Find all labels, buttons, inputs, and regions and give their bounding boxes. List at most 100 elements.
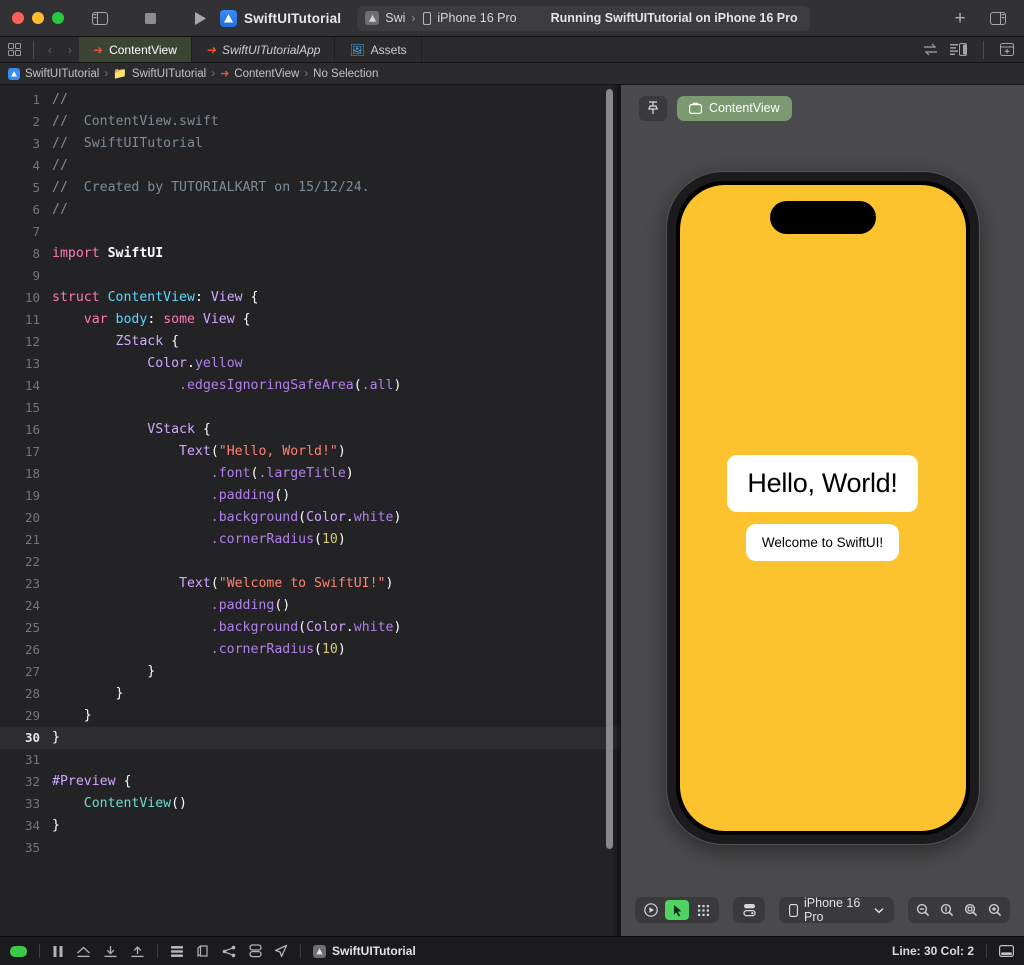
code-line[interactable]: 26 .cornerRadius(10) [0,639,620,661]
toggle-navigator-icon[interactable] [86,6,114,30]
code-line[interactable]: 25 .background(Color.white) [0,617,620,639]
code-line[interactable]: 34} [0,815,620,837]
preview-label: ContentView [709,101,780,115]
code-line[interactable]: 30} [0,727,620,749]
toggle-inspector-icon[interactable] [984,6,1012,30]
console-toggle-icon[interactable] [999,945,1014,957]
code-line[interactable]: 35 [0,837,620,859]
code-line[interactable]: 29 } [0,705,620,727]
code-line[interactable]: 28 } [0,683,620,705]
go-back-icon[interactable]: ‹ [41,43,59,57]
device-settings-icon[interactable] [737,900,761,920]
scheme-destination-bar[interactable]: Swi › iPhone 16 Pro Running SwiftUITutor… [357,6,809,31]
pause-icon[interactable] [52,945,64,958]
paper-plane-icon[interactable] [274,944,288,958]
code-line[interactable]: 32#Preview { [0,771,620,793]
pin-preview-button[interactable] [639,96,667,121]
code-line[interactable]: 19 .padding() [0,485,620,507]
code-token: // Created by TUTORIALKART on 15/12/24. [52,180,370,195]
code-token [52,378,179,393]
code-line[interactable]: 22 [0,551,620,573]
code-line[interactable]: 1// [0,89,620,111]
code-line[interactable]: 33 ContentView() [0,793,620,815]
code-line[interactable]: 15 [0,397,620,419]
step-into-icon[interactable] [103,945,118,958]
live-preview-button[interactable] [639,900,663,920]
code-line[interactable]: 31 [0,749,620,771]
preview-name-pill[interactable]: ContentView [677,96,792,121]
code-line[interactable]: 20 .background(Color.white) [0,507,620,529]
tab-overview-icon[interactable] [8,43,26,56]
zoom-100-button[interactable] [960,900,982,920]
editor-options-icon[interactable] [950,43,967,56]
tab-bar-nav-controls: ‹ › [0,37,79,62]
code-lines[interactable]: 1//2// ContentView.swift3// SwiftUITutor… [0,85,620,859]
code-line[interactable]: 21 .cornerRadius(10) [0,529,620,551]
code-token: ) [338,532,346,547]
device-picker[interactable]: iPhone 16 Pro [779,897,894,923]
code-token: VStack [147,422,195,437]
stack-icon[interactable] [170,945,184,958]
active-scheme-project[interactable]: SwiftUITutorial [220,10,341,27]
zoom-to-fit-button[interactable] [936,900,958,920]
code-line[interactable]: 24 .padding() [0,595,620,617]
code-line[interactable]: 5// Created by TUTORIALKART on 15/12/24. [0,177,620,199]
breadcrumb-item-file[interactable]: ➜ ContentView [220,67,299,80]
line-number: 22 [0,551,52,573]
variants-button[interactable] [691,900,715,920]
selectable-preview-button[interactable] [665,900,689,920]
line-number: 35 [0,837,52,859]
add-editor-icon[interactable] [1000,43,1014,56]
zoom-button[interactable] [52,12,64,24]
run-button[interactable] [186,6,214,30]
step-over-icon[interactable] [76,945,91,958]
code-line[interactable]: 11 var body: some View { [0,309,620,331]
code-line[interactable]: 9 [0,265,620,287]
code-line[interactable]: 7 [0,221,620,243]
minimize-button[interactable] [32,12,44,24]
code-line[interactable]: 27 } [0,661,620,683]
breadcrumb-item-project[interactable]: SwiftUITutorial [8,68,99,80]
divider [39,944,40,958]
code-line[interactable]: 16 VStack { [0,419,620,441]
status-bar: SwiftUITutorial Line: 30 Col: 2 [0,936,1024,965]
stop-button[interactable] [136,6,164,30]
code-line[interactable]: 8import SwiftUI [0,243,620,265]
share-nodes-icon[interactable] [222,945,237,958]
database-icon[interactable] [249,944,262,958]
code-line[interactable]: 6// [0,199,620,221]
zoom-in-button[interactable] [984,900,1006,920]
code-line[interactable]: 4// [0,155,620,177]
code-token [52,620,211,635]
breadcrumb-item-folder[interactable]: 📁 SwiftUITutorial [113,67,206,80]
code-token: 10 [322,642,338,657]
cube-icon[interactable] [196,944,210,958]
breadcrumb-item-selection[interactable]: No Selection [313,68,378,80]
adjust-editor-arrows-icon[interactable] [923,43,938,56]
tab-bar-right-controls [923,37,1024,62]
go-forward-icon[interactable]: › [61,43,79,57]
tab-label: ContentView [109,43,177,57]
code-line[interactable]: 3// SwiftUITutorial [0,133,620,155]
code-line[interactable]: 13 Color.yellow [0,353,620,375]
tab-contentview[interactable]: ➜ ContentView [79,37,192,62]
tab-assets[interactable]: 🖼 Assets [335,37,421,62]
zoom-out-button[interactable] [912,900,934,920]
code-line[interactable]: 17 Text("Hello, World!") [0,441,620,463]
code-token: { [243,290,259,305]
code-editor[interactable]: 1//2// ContentView.swift3// SwiftUITutor… [0,85,620,936]
tab-swiftuitutorialapp[interactable]: ➜ SwiftUITutorialApp [192,37,336,62]
code-line[interactable]: 10struct ContentView: View { [0,287,620,309]
close-button[interactable] [12,12,24,24]
code-line[interactable]: 12 ZStack { [0,331,620,353]
code-line[interactable]: 18 .font(.largeTitle) [0,463,620,485]
code-line[interactable]: 23 Text("Welcome to SwiftUI!") [0,573,620,595]
status-bar-project[interactable]: SwiftUITutorial [313,944,416,958]
code-token [100,246,108,261]
add-editor-plus-icon[interactable]: + [946,6,974,30]
code-line[interactable]: 2// ContentView.swift [0,111,620,133]
code-token: ( [298,510,306,525]
step-out-icon[interactable] [130,945,145,958]
code-line[interactable]: 14 .edgesIgnoringSafeArea(.all) [0,375,620,397]
code-line-content: ContentView() [52,793,187,815]
